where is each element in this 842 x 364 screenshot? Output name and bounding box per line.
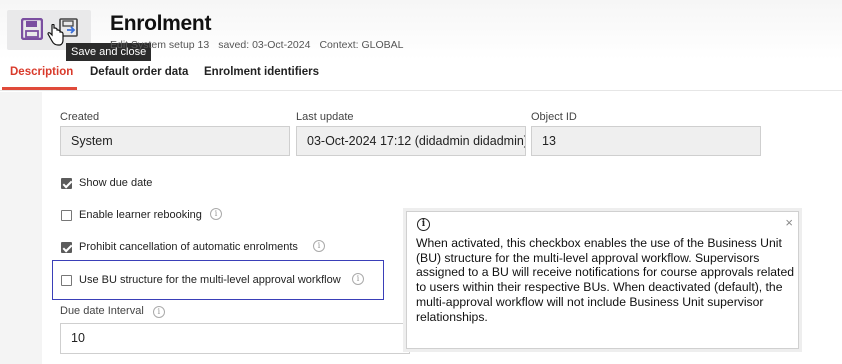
active-tab-indicator xyxy=(2,87,77,90)
object-id-label: Object ID xyxy=(531,111,577,123)
tab-description[interactable]: Description xyxy=(10,66,73,78)
created-field: System xyxy=(60,126,290,156)
close-icon[interactable]: × xyxy=(785,215,793,230)
info-icon[interactable]: i xyxy=(352,273,364,285)
hand-cursor-icon xyxy=(46,23,64,51)
use-bu-structure-checkbox[interactable] xyxy=(61,275,72,286)
info-popover: i × When activated, this checkbox enable… xyxy=(406,211,799,349)
info-popover-text: When activated, this checkbox enables th… xyxy=(416,236,795,324)
use-bu-structure-label: Use BU structure for the multi-level app… xyxy=(79,274,341,286)
last-update-field: 03-Oct-2024 17:12 (didadmin didadmin) xyxy=(296,126,526,156)
last-update-label: Last update xyxy=(296,111,354,123)
due-date-interval-label: Due date Interval i xyxy=(60,305,165,318)
info-icon[interactable]: i xyxy=(313,240,325,252)
info-icon[interactable]: i xyxy=(210,208,222,220)
info-icon[interactable]: i xyxy=(152,306,165,318)
created-label: Created xyxy=(60,111,100,123)
tab-enrolment-identifiers[interactable]: Enrolment identifiers xyxy=(204,66,319,78)
subtitle-system: Edit System setup 13 xyxy=(110,39,210,51)
tab-bar: Description Default order data Enrolment… xyxy=(0,63,842,91)
due-date-interval-label-text: Due date Interval xyxy=(60,305,144,317)
due-date-interval-input[interactable]: 10 xyxy=(60,323,410,354)
show-due-date-label: Show due date xyxy=(79,177,153,189)
left-margin xyxy=(0,92,42,364)
info-icon: i xyxy=(417,218,430,231)
show-due-date-checkbox[interactable] xyxy=(61,178,72,189)
enable-learner-rebooking-label: Enable learner rebooking xyxy=(79,209,202,221)
page-subtitle: Edit System setup 13 saved: 03-Oct-2024 Co… xyxy=(110,39,412,51)
save-icon[interactable] xyxy=(20,17,44,45)
subtitle-context: Context: GLOBAL xyxy=(319,39,404,51)
prohibit-cancellation-label: Prohibit cancellation of automatic enrol… xyxy=(79,241,298,253)
object-id-field: 13 xyxy=(531,126,761,156)
subtitle-saved: saved: 03-Oct-2024 xyxy=(218,39,311,51)
tab-default-order-data[interactable]: Default order data xyxy=(90,66,188,78)
enable-learner-rebooking-checkbox[interactable] xyxy=(61,210,72,221)
prohibit-cancellation-checkbox[interactable] xyxy=(61,242,72,253)
page-title: Enrolment xyxy=(110,12,212,35)
